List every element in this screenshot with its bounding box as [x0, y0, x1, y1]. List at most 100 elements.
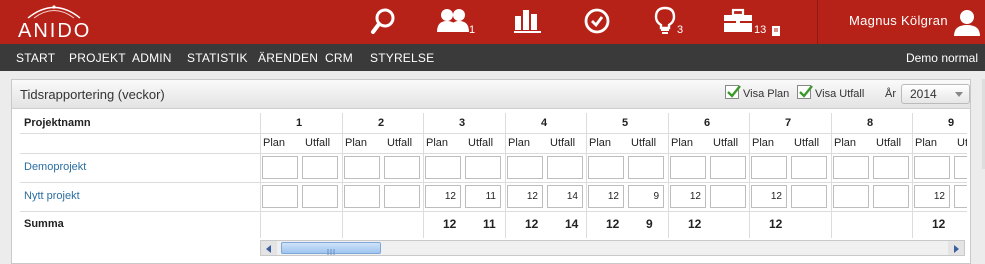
visa-plan-label: Visa Plan	[743, 88, 790, 100]
user-name[interactable]: Magnus Kölgran	[849, 13, 948, 28]
panel-header: Tidsrapportering (veckor) Visa Plan Visa…	[12, 80, 970, 109]
clock-button[interactable]	[583, 6, 611, 38]
plan-subheader: Plan	[752, 137, 775, 149]
logo-text: ANIDO	[18, 20, 92, 42]
summa-utfall: 11	[483, 217, 496, 231]
utfall-input[interactable]	[954, 156, 967, 179]
plan-subheader: Plan	[345, 137, 368, 149]
utfall-input[interactable]: 14	[547, 185, 583, 208]
week-number: 4	[541, 117, 548, 129]
people-button[interactable]: 1	[436, 6, 480, 38]
plan-input[interactable]	[262, 156, 298, 179]
column-divider	[749, 113, 750, 238]
nav-styrelse[interactable]: STYRELSE	[370, 51, 434, 65]
row-divider	[20, 133, 967, 134]
utfall-input[interactable]: 11	[465, 185, 501, 208]
utfall-input[interactable]	[302, 156, 338, 179]
week-number: 2	[378, 117, 385, 129]
summa-plan: 12	[932, 217, 946, 231]
arrow-right-icon	[954, 245, 959, 253]
plan-input[interactable]	[751, 156, 787, 179]
utfall-input[interactable]	[954, 185, 967, 208]
anido-logo[interactable]: ANIDO	[14, 3, 94, 42]
utfall-subheader: Utfall	[468, 137, 494, 149]
week-number: 3	[459, 117, 466, 129]
user-icon	[954, 10, 980, 36]
plan-input[interactable]	[262, 185, 298, 208]
nav-statistik[interactable]: STATISTIK	[187, 51, 248, 65]
panel-title: Tidsrapportering (veckor)	[20, 87, 165, 102]
horizontal-scrollbar[interactable]	[260, 240, 965, 256]
utfall-input[interactable]	[465, 156, 501, 179]
utfall-input[interactable]	[710, 185, 746, 208]
briefcase-count: 13	[754, 24, 767, 36]
nav-admin[interactable]: ADMIN	[132, 51, 172, 65]
checkmark-icon	[799, 85, 813, 98]
summa-plan: 12	[688, 217, 702, 231]
plan-input[interactable]: 12	[751, 185, 787, 208]
checkmark-icon	[727, 85, 741, 98]
utfall-input[interactable]	[710, 156, 746, 179]
year-select[interactable]: 2014	[901, 84, 970, 104]
scroll-thumb[interactable]	[281, 242, 381, 255]
plan-input[interactable]: 12	[670, 185, 706, 208]
project-link-demoprojekt[interactable]: Demoprojekt	[24, 161, 86, 173]
plan-input[interactable]	[344, 156, 380, 179]
plan-input[interactable]	[425, 156, 461, 179]
ideas-button[interactable]: 3	[654, 6, 688, 38]
utfall-input[interactable]	[873, 185, 909, 208]
plan-subheader: Plan	[834, 137, 857, 149]
utfall-input[interactable]: 9	[628, 185, 664, 208]
plan-input[interactable]	[833, 156, 869, 179]
utfall-input[interactable]	[628, 156, 664, 179]
summa-utfall: 9	[646, 217, 653, 231]
statistics-button[interactable]	[514, 6, 542, 38]
clock-icon	[584, 8, 610, 34]
utfall-input[interactable]	[791, 156, 827, 179]
summa-label: Summa	[24, 218, 64, 230]
utfall-input[interactable]	[547, 156, 583, 179]
summa-utfall: 14	[565, 217, 579, 231]
scroll-left-button[interactable]	[261, 241, 277, 255]
plan-input[interactable]	[507, 156, 543, 179]
plan-input[interactable]	[670, 156, 706, 179]
utfall-input[interactable]	[384, 185, 420, 208]
summa-plan: 12	[769, 217, 783, 231]
scroll-right-button[interactable]	[948, 241, 964, 255]
utfall-subheader: Utfall	[957, 137, 967, 149]
utfall-input[interactable]	[873, 156, 909, 179]
utfall-subheader: Utfall	[794, 137, 820, 149]
visa-utfall-checkbox[interactable]	[797, 85, 813, 99]
row-divider	[20, 182, 967, 183]
nav-projekt[interactable]: PROJEKT	[69, 51, 126, 65]
plan-input[interactable]	[344, 185, 380, 208]
mode-label[interactable]: Demo normal	[906, 51, 978, 65]
plan-subheader: Plan	[671, 137, 694, 149]
plan-input[interactable]: 12	[425, 185, 461, 208]
utfall-subheader: Utfall	[550, 137, 576, 149]
search-button[interactable]	[370, 6, 400, 38]
summa-plan: 12	[606, 217, 620, 231]
top-bar: ANIDO 1 3 13 Magnus Kölgran	[0, 0, 985, 44]
time-grid: Projektnamn Demoprojekt Nytt projekt Sum…	[20, 113, 967, 238]
plan-input[interactable]: 12	[507, 185, 543, 208]
utfall-input[interactable]	[791, 185, 827, 208]
plan-input[interactable]	[588, 156, 624, 179]
nav-start[interactable]: START	[16, 51, 55, 65]
project-link-nytt-projekt[interactable]: Nytt projekt	[24, 190, 80, 202]
plan-input[interactable]: 12	[914, 185, 950, 208]
plan-input[interactable]	[914, 156, 950, 179]
people-icon	[437, 9, 469, 32]
briefcase-button[interactable]: 13	[723, 6, 781, 38]
plan-input[interactable]	[833, 185, 869, 208]
plan-input[interactable]: 12	[588, 185, 624, 208]
nav-arenden[interactable]: ÄRENDEN	[258, 51, 318, 65]
utfall-input[interactable]	[384, 156, 420, 179]
people-count: 1	[469, 24, 476, 36]
nav-crm[interactable]: CRM	[325, 51, 353, 65]
plan-subheader: Plan	[263, 137, 286, 149]
visa-plan-checkbox[interactable]	[725, 85, 741, 99]
user-avatar[interactable]	[953, 8, 981, 40]
plan-subheader: Plan	[508, 137, 531, 149]
utfall-input[interactable]	[302, 185, 338, 208]
